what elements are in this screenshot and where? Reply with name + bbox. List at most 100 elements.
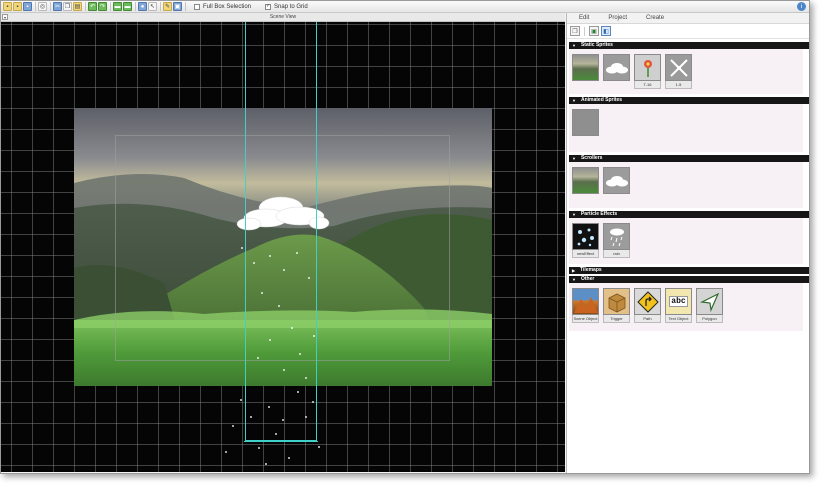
toolbar-divider xyxy=(160,2,161,11)
collapse-arrow-icon[interactable]: ▼ xyxy=(572,97,576,104)
toolbar-divider xyxy=(185,2,186,11)
collapse-arrow-icon[interactable]: ▾ xyxy=(2,14,8,20)
tab-edit[interactable]: Edit xyxy=(579,15,589,21)
rain-icon[interactable] xyxy=(603,223,630,250)
image-icon[interactable]: ▣ xyxy=(589,26,599,36)
layers-icon[interactable]: ◧ xyxy=(601,26,611,36)
list-item[interactable] xyxy=(572,109,599,152)
list-item[interactable]: Polygon xyxy=(696,288,723,331)
scene-view-title: Scene View xyxy=(269,14,297,20)
section-header-static-sprites[interactable]: ▼ Static Sprites xyxy=(569,42,809,49)
section-title: Scrollers xyxy=(580,155,603,161)
info-icon[interactable]: i xyxy=(797,2,806,11)
snap-to-grid-label: Snap to Grid xyxy=(274,3,308,10)
falling-particles xyxy=(225,391,320,465)
item-caption: rain xyxy=(603,250,630,258)
toolbar-divider xyxy=(135,2,136,11)
section-title: Animated Sprites xyxy=(580,97,623,103)
blank-sprite-icon[interactable] xyxy=(572,109,599,136)
trigger-box-icon[interactable] xyxy=(603,288,630,315)
static-sprites-list: T-16 1-5 xyxy=(569,49,803,94)
section-header-animated-sprites[interactable]: ▼ Animated Sprites xyxy=(569,97,809,104)
flower-icon[interactable] xyxy=(634,54,661,81)
list-item[interactable]: Scene Object xyxy=(572,288,599,331)
cloud-icon[interactable] xyxy=(603,54,630,81)
list-item[interactable]: Trigger xyxy=(603,288,630,331)
list-item[interactable] xyxy=(572,167,599,208)
full-box-selection-checkbox[interactable]: Full Box Selection xyxy=(194,3,252,10)
particle-effects-list: newEffect rain xyxy=(569,218,803,264)
section-header-tilemaps[interactable]: ▶ Tilemaps xyxy=(569,267,809,274)
new-icon[interactable]: ▪ xyxy=(3,2,12,11)
undo-icon[interactable]: ↶ xyxy=(88,2,97,11)
cloud-icon[interactable] xyxy=(603,167,630,194)
collapse-arrow-icon[interactable]: ▼ xyxy=(572,155,576,162)
panel-tabs: Edit Project Create xyxy=(567,13,809,24)
item-caption: T-16 xyxy=(634,81,661,89)
section-header-other[interactable]: ▼ Other xyxy=(569,276,809,283)
item-caption: Path xyxy=(634,315,661,323)
list-item[interactable]: Path xyxy=(634,288,661,331)
checkbox-box[interactable]: ✓ xyxy=(265,3,272,10)
scene-canvas[interactable] xyxy=(1,22,565,472)
brush-icon[interactable]: ✎ xyxy=(163,2,172,11)
toolbar-divider xyxy=(110,2,111,11)
checkbox-box[interactable] xyxy=(194,3,200,10)
section-title: Tilemaps xyxy=(580,267,602,273)
landscape-icon[interactable] xyxy=(572,54,599,81)
path-sign-icon[interactable] xyxy=(634,288,661,315)
full-box-selection-label: Full Box Selection xyxy=(203,3,252,10)
section-header-particle-effects[interactable]: ▼ Particle Effects xyxy=(569,211,809,218)
sparkle-icon[interactable] xyxy=(665,54,692,81)
list-item[interactable] xyxy=(603,167,630,208)
preview-icon[interactable]: ▣ xyxy=(173,2,182,11)
item-caption: 1-5 xyxy=(665,81,692,89)
tab-create[interactable]: Create xyxy=(646,15,664,21)
particles-icon[interactable] xyxy=(572,223,599,250)
redo-icon[interactable]: ↷ xyxy=(98,2,107,11)
copy-icon[interactable]: ❐ xyxy=(63,2,72,11)
list-item[interactable]: abc Text Object xyxy=(665,288,692,331)
list-item[interactable]: T-16 xyxy=(634,54,661,94)
panel-toolbar: ❐ ▣ ◧ xyxy=(567,24,809,39)
toolbar-divider xyxy=(584,26,585,36)
list-item[interactable]: newEffect xyxy=(572,223,599,264)
collapse-arrow-icon[interactable]: ▼ xyxy=(572,276,576,283)
item-caption: Trigger xyxy=(603,315,630,323)
item-caption: newEffect xyxy=(572,250,599,258)
snap-to-grid-checkbox[interactable]: ✓ Snap to Grid xyxy=(265,3,308,10)
collapse-arrow-icon[interactable]: ▼ xyxy=(572,211,576,218)
item-caption: Polygon xyxy=(696,315,723,323)
section-title: Other xyxy=(580,276,595,282)
open-icon[interactable]: ▪ xyxy=(13,2,22,11)
expand-arrow-icon[interactable]: ▶ xyxy=(572,267,575,274)
toolbar-divider xyxy=(35,2,36,11)
list-item[interactable]: rain xyxy=(603,223,630,264)
cursor-icon[interactable]: ↖ xyxy=(148,2,157,11)
landscape-icon[interactable] xyxy=(572,167,599,194)
toolbar-divider xyxy=(50,2,51,11)
list-item[interactable] xyxy=(603,54,630,94)
section-title: Particle Effects xyxy=(580,211,618,217)
polygon-icon[interactable] xyxy=(696,288,723,315)
paste-icon[interactable]: ▤ xyxy=(73,2,82,11)
folder-icon[interactable]: ▬ xyxy=(113,2,122,11)
save-icon[interactable]: ▪ xyxy=(23,2,32,11)
cut-icon[interactable]: ✂ xyxy=(53,2,62,11)
copy-icon[interactable]: ❐ xyxy=(570,26,580,36)
scrollers-list xyxy=(569,162,803,208)
list-item[interactable] xyxy=(572,54,599,94)
tab-project[interactable]: Project xyxy=(608,15,627,21)
create-panel: Edit Project Create ❐ ▣ ◧ ▼ Static Sprit… xyxy=(566,13,809,473)
item-caption: Scene Object xyxy=(572,315,599,323)
main-toolbar: ▪ ▪ ▪ ◎ ✂ ❐ ▤ ↶ ↷ ▬ ▬ ● ↖ ✎ ▣ Full Box S… xyxy=(1,1,809,13)
section-header-scrollers[interactable]: ▼ Scrollers xyxy=(569,155,809,162)
collapse-arrow-icon[interactable]: ▼ xyxy=(572,42,576,49)
folder-icon[interactable]: ▬ xyxy=(123,2,132,11)
settings-icon[interactable]: ● xyxy=(138,2,147,11)
editor-window: ▪ ▪ ▪ ◎ ✂ ❐ ▤ ↶ ↷ ▬ ▬ ● ↖ ✎ ▣ Full Box S… xyxy=(0,0,810,474)
scene-object-icon[interactable] xyxy=(572,288,599,315)
list-item[interactable]: 1-5 xyxy=(665,54,692,94)
text-object-icon[interactable]: abc xyxy=(665,288,692,315)
find-icon[interactable]: ◎ xyxy=(38,2,47,11)
